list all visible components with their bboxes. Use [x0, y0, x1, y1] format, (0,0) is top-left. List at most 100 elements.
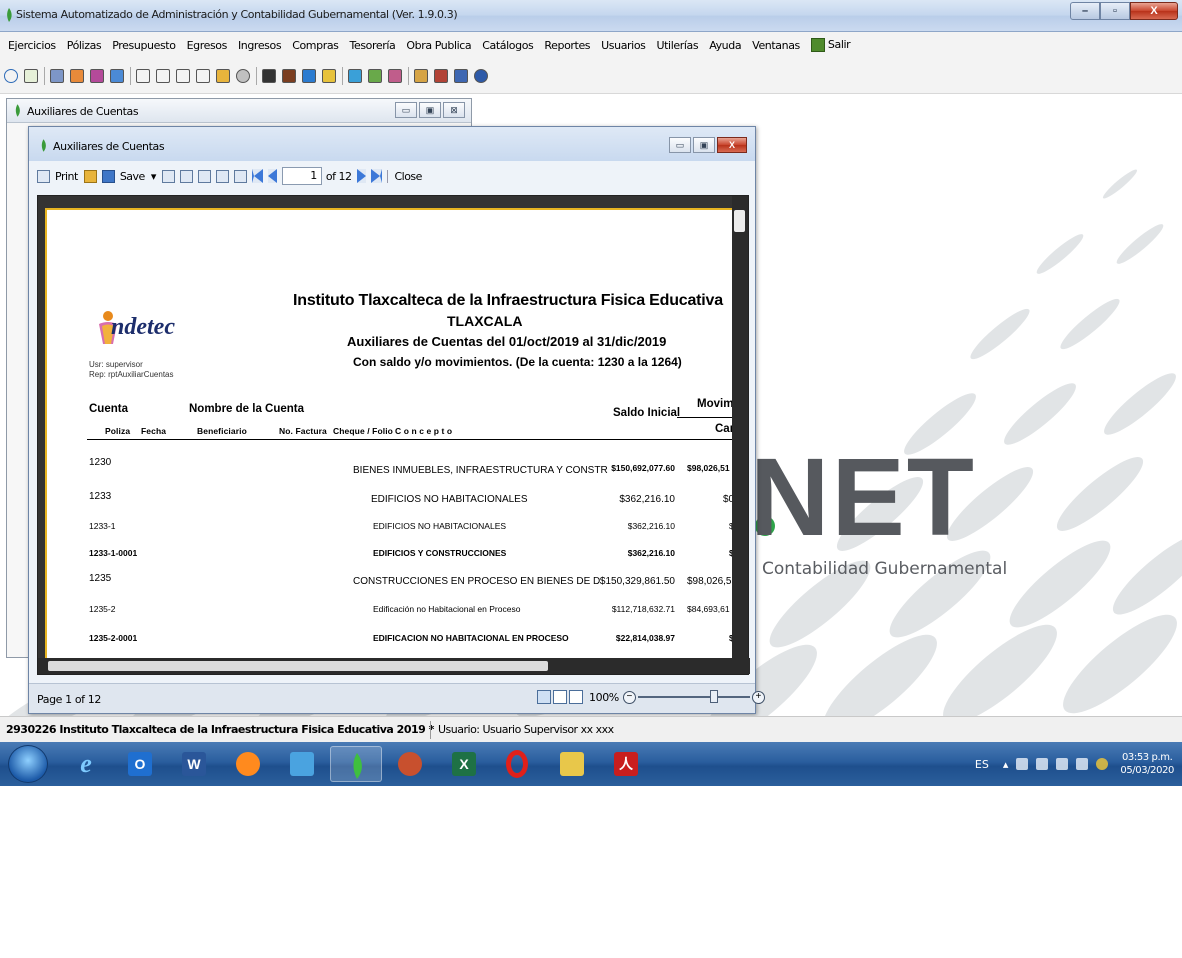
menu-utilerias[interactable]: Utilerías	[656, 39, 698, 52]
single-page-view-icon[interactable]	[537, 690, 551, 704]
find-binoculars-icon[interactable]	[179, 169, 193, 183]
outlook-icon[interactable]: O	[114, 746, 166, 782]
export-icon[interactable]	[215, 169, 229, 183]
col-poliza: Poliza	[105, 426, 131, 436]
horizontal-scrollbar[interactable]	[38, 658, 750, 674]
report-icon[interactable]	[216, 68, 230, 83]
zoom-slider-handle[interactable]	[709, 690, 718, 703]
page-layout-icon[interactable]	[197, 169, 211, 183]
report-close-button[interactable]: X	[717, 137, 747, 153]
outer-close-button[interactable]: ⊠	[443, 102, 465, 118]
report-e2-icon[interactable]	[176, 68, 190, 83]
catalog-icon[interactable]	[348, 68, 362, 83]
policy-icon[interactable]	[50, 68, 64, 83]
menu-ingresos[interactable]: Ingresos	[238, 39, 282, 52]
zoom-out-icon[interactable]: −	[622, 690, 636, 704]
start-button-icon[interactable]	[8, 745, 48, 783]
email-icon[interactable]	[161, 169, 175, 183]
report-viewer-pane[interactable]: ndetec Usr: supervisor Rep: rptAuxiliarC…	[37, 195, 750, 675]
print-button[interactable]: Print	[55, 170, 78, 183]
report-minimize-button[interactable]: ▭	[669, 137, 691, 153]
save-disk-icon[interactable]	[101, 169, 115, 183]
zoom-slider[interactable]	[637, 690, 750, 703]
file-explorer-icon[interactable]	[546, 746, 598, 782]
outer-window-title-bar: Auxiliares de Cuentas ▭ ▣ ⊠	[7, 99, 471, 123]
book-icon[interactable]	[282, 68, 296, 83]
key-icon[interactable]	[434, 68, 448, 83]
settings-icon[interactable]	[236, 68, 250, 83]
menu-ayuda[interactable]: Ayuda	[709, 39, 741, 52]
menu-obra-publica[interactable]: Obra Publica	[406, 39, 471, 52]
menu-egresos[interactable]: Egresos	[187, 39, 228, 52]
flag-icon[interactable]	[1056, 758, 1069, 770]
col-nombre: Nombre de la Cuenta	[189, 403, 305, 415]
document-icon[interactable]	[24, 68, 38, 83]
menu-usuarios[interactable]: Usuarios	[601, 39, 646, 52]
col-saldo-inicial: Saldo Inicial	[613, 407, 681, 419]
outer-minimize-button[interactable]: ▭	[395, 102, 417, 118]
excel-icon[interactable]: X	[438, 746, 490, 782]
config-icon[interactable]	[388, 68, 402, 83]
expense-icon[interactable]	[90, 68, 104, 83]
media-app-icon[interactable]	[384, 746, 436, 782]
volume-icon[interactable]	[1036, 758, 1049, 770]
firefox-icon[interactable]	[222, 746, 274, 782]
page-setup-icon[interactable]	[233, 169, 247, 183]
tray-expand-icon[interactable]: ▴	[1003, 758, 1009, 771]
close-report-button[interactable]: Close	[387, 169, 422, 183]
update-icon[interactable]	[1096, 758, 1109, 770]
clock[interactable]: 03:53 p.m. 05/03/2020	[1120, 751, 1174, 777]
minimize-button[interactable]: –	[1070, 2, 1100, 20]
budget-icon[interactable]	[70, 68, 84, 83]
word-icon[interactable]: W	[168, 746, 220, 782]
two-page-view-icon[interactable]	[553, 690, 567, 704]
menu-ejercicios[interactable]: Ejercicios	[8, 39, 56, 52]
refresh-icon[interactable]	[4, 68, 18, 83]
adobe-reader-icon[interactable]: 人	[600, 746, 652, 782]
sistema-contable-icon[interactable]	[330, 746, 382, 782]
last-page-icon[interactable]	[371, 169, 383, 183]
tree-icon[interactable]	[414, 68, 428, 83]
first-page-icon[interactable]	[251, 169, 263, 183]
outer-maximize-button[interactable]: ▣	[419, 102, 441, 118]
report-p-icon[interactable]	[156, 68, 170, 83]
tools-icon[interactable]	[368, 68, 382, 83]
page-number-input[interactable]: 1	[281, 167, 322, 185]
clipboard-icon[interactable]	[262, 68, 276, 83]
language-indicator[interactable]: ES	[975, 758, 989, 771]
network-tray-icon[interactable]	[1016, 758, 1029, 770]
open-folder-icon[interactable]	[83, 169, 97, 183]
next-page-icon[interactable]	[357, 169, 367, 183]
menu-salir[interactable]: Salir	[810, 38, 851, 52]
menu-ventanas[interactable]: Ventanas	[752, 39, 800, 52]
multi-page-view-icon[interactable]	[569, 690, 583, 704]
horizontal-scroll-thumb[interactable]	[48, 661, 548, 671]
report-maximize-button[interactable]: ▣	[693, 137, 715, 153]
menu-catalogos[interactable]: Catálogos	[482, 39, 534, 52]
menu-reportes[interactable]: Reportes	[544, 39, 590, 52]
network-icon[interactable]	[276, 746, 328, 782]
vertical-scroll-thumb[interactable]	[734, 210, 745, 232]
zoom-in-icon[interactable]: +	[751, 690, 765, 704]
previous-page-icon[interactable]	[267, 169, 277, 183]
save-disk-icon[interactable]	[454, 68, 468, 83]
menu-compras[interactable]: Compras	[292, 39, 339, 52]
internet-explorer-icon[interactable]: e	[60, 746, 112, 782]
menu-presupuesto[interactable]: Presupuesto	[112, 39, 176, 52]
users-icon[interactable]	[302, 68, 316, 83]
vertical-scrollbar[interactable]	[732, 196, 748, 658]
display-icon[interactable]	[1076, 758, 1089, 770]
save-button[interactable]: Save	[120, 170, 146, 183]
income-icon[interactable]	[110, 68, 124, 83]
save-dropdown-chevron-icon[interactable]: ▾	[151, 170, 157, 183]
menu-polizas[interactable]: Pólizas	[67, 39, 102, 52]
close-button[interactable]: X	[1130, 2, 1178, 20]
maximize-button[interactable]: ▫	[1100, 2, 1130, 20]
printer-icon[interactable]	[37, 169, 50, 183]
report-e-icon[interactable]	[136, 68, 150, 83]
package-icon[interactable]	[322, 68, 336, 83]
menu-tesoreria[interactable]: Tesorería	[350, 39, 396, 52]
opera-icon[interactable]	[492, 746, 544, 782]
help-icon[interactable]	[474, 68, 488, 83]
report-f-icon[interactable]	[196, 68, 210, 83]
